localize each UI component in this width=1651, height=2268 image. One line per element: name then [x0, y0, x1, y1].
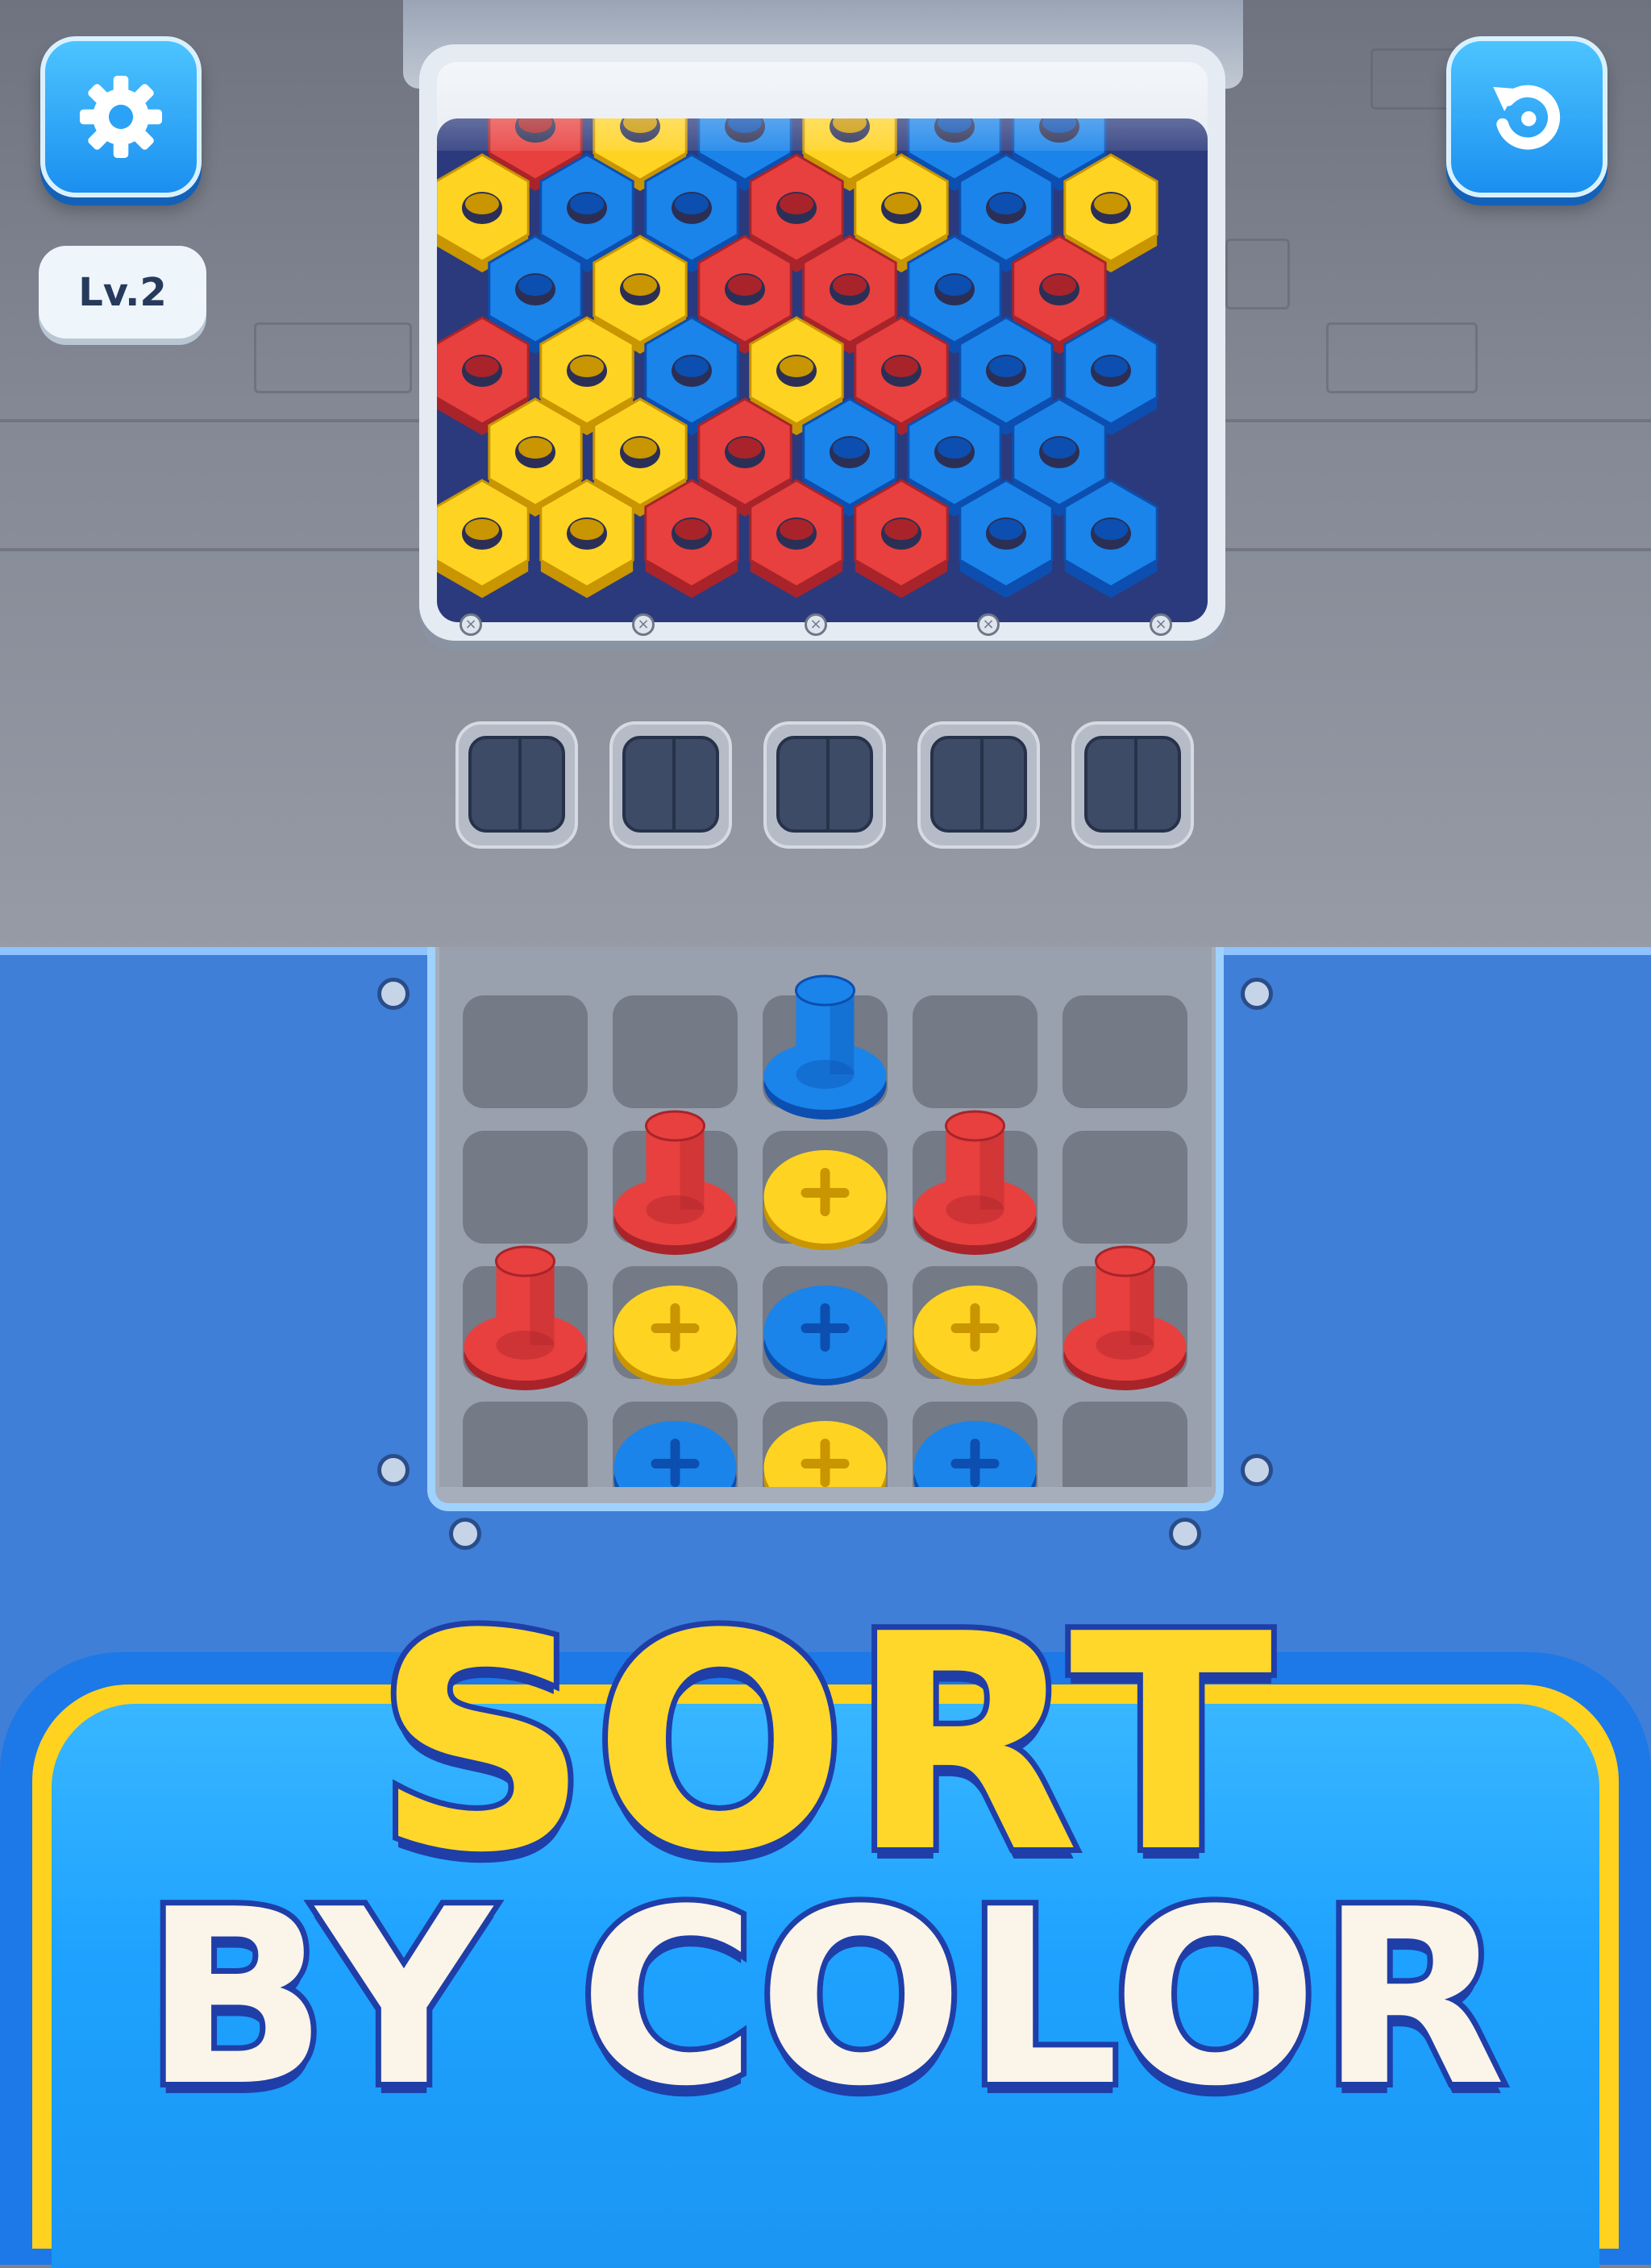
board-screw-icon: ×: [805, 613, 827, 636]
screw-cell[interactable]: [463, 1131, 588, 1244]
settings-button[interactable]: [40, 36, 202, 197]
banner-title-by-color: BY COLOR: [138, 1858, 1512, 2139]
yellow-screw-head[interactable]: [913, 1286, 1037, 1385]
slot-seam: [826, 739, 830, 829]
rivet-icon: [449, 1518, 481, 1550]
hex-board-tray: [437, 118, 1208, 622]
screw-cell[interactable]: [613, 995, 738, 1108]
hex-nut-red: [749, 479, 844, 598]
rivet-icon: [1241, 1454, 1273, 1486]
screw-cell[interactable]: [463, 1402, 588, 1487]
slot-seam: [980, 739, 984, 829]
bolt-slot[interactable]: [1071, 721, 1194, 849]
slot-hole: [930, 736, 1027, 833]
wall-brick: [254, 322, 412, 393]
screw-cell[interactable]: [1063, 995, 1187, 1108]
screw-cell[interactable]: [1063, 1402, 1187, 1487]
yellow-screw-head[interactable]: [613, 1286, 737, 1385]
slot-seam: [672, 739, 676, 829]
blue-screw-head[interactable]: [763, 1286, 887, 1385]
rivet-icon: [377, 978, 410, 1010]
slot-hole: [468, 736, 565, 833]
bolt-slot[interactable]: [609, 721, 732, 849]
board-screw-icon: ×: [460, 613, 482, 636]
screw-cell[interactable]: [463, 995, 588, 1108]
wall-brick: [1326, 322, 1478, 393]
bolt-slot[interactable]: [917, 721, 1040, 849]
rivet-icon: [1241, 978, 1273, 1010]
board-screw-icon: ×: [632, 613, 655, 636]
gear-icon: [79, 75, 163, 159]
screw-cell[interactable]: [1063, 1131, 1187, 1244]
hex-nut-blue: [1063, 479, 1158, 598]
bolt-slot[interactable]: [455, 721, 578, 849]
hex-nut-yellow: [437, 479, 530, 598]
hex-nut-red: [854, 479, 949, 598]
bolt-slot[interactable]: [763, 721, 886, 849]
screw-cell[interactable]: [913, 995, 1038, 1108]
rivet-icon: [1169, 1518, 1201, 1550]
wall-brick: [1225, 239, 1290, 309]
hex-nut-blue: [959, 479, 1054, 598]
board-screw-icon: ×: [977, 613, 1000, 636]
hex-nut-yellow: [539, 479, 634, 598]
hex-nut-board: × × × × ×: [419, 44, 1225, 641]
slot-hole: [1084, 736, 1181, 833]
slot-hole: [776, 736, 873, 833]
level-badge: Lv.2: [39, 246, 206, 339]
board-screw-icon: ×: [1150, 613, 1172, 636]
restart-button[interactable]: [1446, 36, 1607, 197]
screw-grid: [463, 974, 1187, 1487]
hex-nut-grid: [437, 118, 1158, 598]
yellow-screw-head[interactable]: [763, 1150, 887, 1250]
rivet-icon: [377, 1454, 410, 1486]
restart-icon: [1493, 85, 1561, 150]
screw-box: [439, 947, 1212, 1487]
slot-seam: [1134, 739, 1137, 829]
slot-hole: [622, 736, 719, 833]
slot-seam: [518, 739, 522, 829]
banner-title-sort: SORT: [369, 1572, 1279, 1918]
hex-nut-red: [644, 479, 739, 598]
